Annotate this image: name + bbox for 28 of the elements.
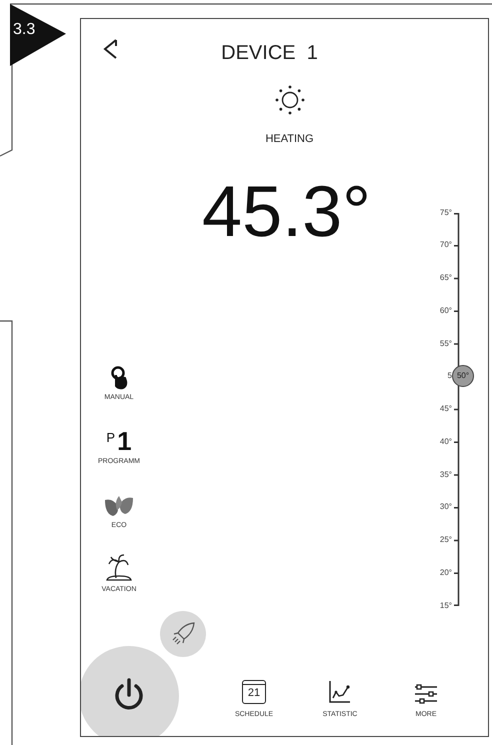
- scale-label: 45°: [440, 403, 452, 415]
- line-chart-icon: [328, 680, 352, 704]
- scale-label: 55°: [440, 338, 452, 350]
- calendar-icon: 21: [242, 680, 266, 704]
- scale-label: 60°: [440, 304, 452, 317]
- palm-island-icon: [104, 552, 134, 582]
- scale-label: 30°: [440, 501, 452, 514]
- scale-label: 5: [448, 370, 452, 382]
- rocket-icon: [170, 621, 196, 647]
- hand-pointer-icon: [109, 366, 129, 390]
- boost-button[interactable]: [160, 611, 206, 657]
- scale-label: 35°: [440, 468, 452, 480]
- leaves-icon: [103, 494, 135, 518]
- scale-label: 25°: [440, 534, 452, 546]
- back-icon[interactable]: [103, 38, 119, 60]
- scale-label: 70°: [440, 239, 452, 252]
- slider-thumb[interactable]: 50°: [452, 365, 474, 388]
- scale-label: 20°: [440, 566, 452, 579]
- scale-label: 65°: [440, 272, 452, 284]
- scale-label: 15°: [440, 600, 452, 612]
- temperature-reading: 45.3°: [202, 176, 371, 248]
- mode-status: HEATING: [265, 132, 314, 147]
- scale-label: 75°: [440, 206, 452, 218]
- sliders-icon: [414, 684, 438, 704]
- section-badge: 3.3: [10, 4, 66, 66]
- scale-label: 40°: [440, 436, 452, 448]
- device-title: DEVICE 1: [221, 43, 318, 63]
- sun-icon: [274, 85, 304, 115]
